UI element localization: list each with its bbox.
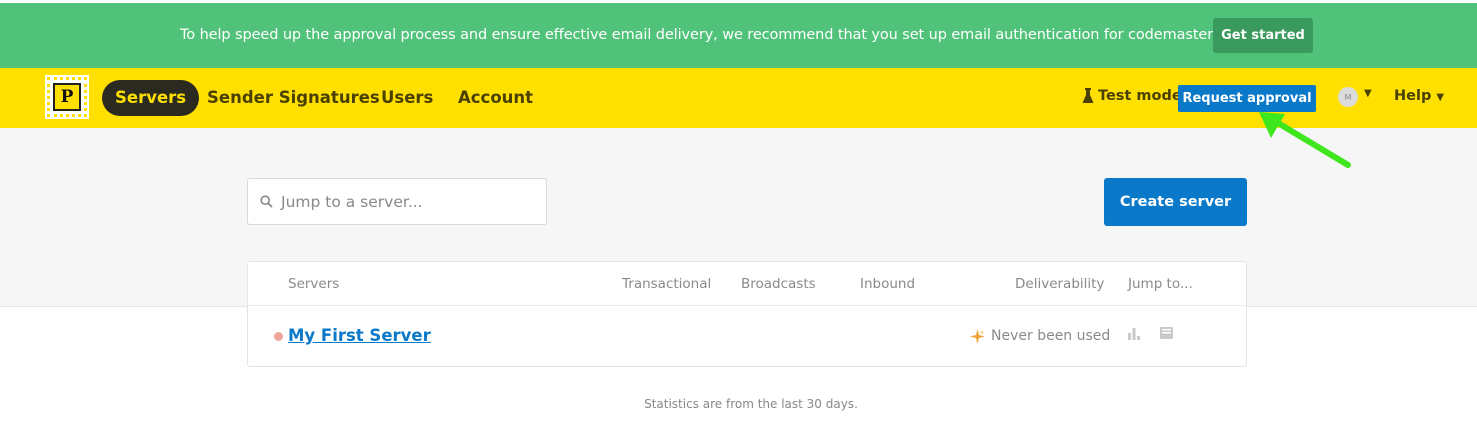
search-placeholder: Jump to a server... bbox=[281, 192, 423, 211]
flask-icon bbox=[1082, 88, 1094, 103]
postmark-logo[interactable]: P bbox=[45, 75, 89, 119]
column-header-transactional: Transactional bbox=[622, 276, 712, 292]
nav-users[interactable]: Users bbox=[381, 80, 433, 116]
logo-letter: P bbox=[53, 83, 81, 111]
deliverability-status-text: Never been used bbox=[991, 328, 1111, 344]
banner-message: To help speed up the approval process an… bbox=[180, 27, 1280, 43]
server-search-input[interactable]: Jump to a server... bbox=[247, 178, 547, 225]
column-header-servers: Servers bbox=[288, 276, 340, 292]
announcement-banner: To help speed up the approval process an… bbox=[0, 0, 1477, 68]
help-menu[interactable]: Help ▼ bbox=[1394, 88, 1444, 104]
test-mode-indicator[interactable]: Test mode bbox=[1082, 88, 1182, 104]
chevron-down-icon[interactable]: ▼ bbox=[1364, 88, 1372, 99]
get-started-button[interactable]: Get started bbox=[1213, 18, 1313, 53]
column-header-deliverability: Deliverability bbox=[1015, 276, 1105, 292]
server-status-dot bbox=[274, 332, 283, 341]
test-mode-label: Test mode bbox=[1098, 88, 1182, 104]
column-header-jump-to: Jump to... bbox=[1128, 276, 1193, 292]
nav-account[interactable]: Account bbox=[458, 80, 533, 116]
column-header-inbound: Inbound bbox=[860, 276, 916, 292]
nav-servers[interactable]: Servers bbox=[102, 80, 200, 116]
table-divider bbox=[248, 305, 1246, 306]
help-label: Help bbox=[1394, 88, 1432, 104]
user-avatar[interactable]: M bbox=[1338, 87, 1358, 107]
bar-chart-icon[interactable] bbox=[1127, 326, 1141, 340]
inbox-icon[interactable] bbox=[1159, 326, 1174, 340]
create-server-button[interactable]: Create server bbox=[1104, 178, 1247, 226]
server-name-link[interactable]: My First Server bbox=[288, 326, 431, 345]
column-header-broadcasts: Broadcasts bbox=[741, 276, 816, 292]
nav-sender-signatures[interactable]: Sender Signatures bbox=[207, 80, 380, 116]
sparkle-icon bbox=[970, 328, 985, 344]
deliverability-status: Never been used bbox=[970, 328, 1110, 344]
chevron-down-icon: ▼ bbox=[1436, 92, 1445, 103]
search-icon bbox=[260, 195, 273, 208]
servers-table: Servers Transactional Broadcasts Inbound… bbox=[247, 261, 1247, 367]
statistics-footnote: Statistics are from the last 30 days. bbox=[644, 397, 858, 411]
annotation-arrow-icon bbox=[1259, 112, 1351, 168]
